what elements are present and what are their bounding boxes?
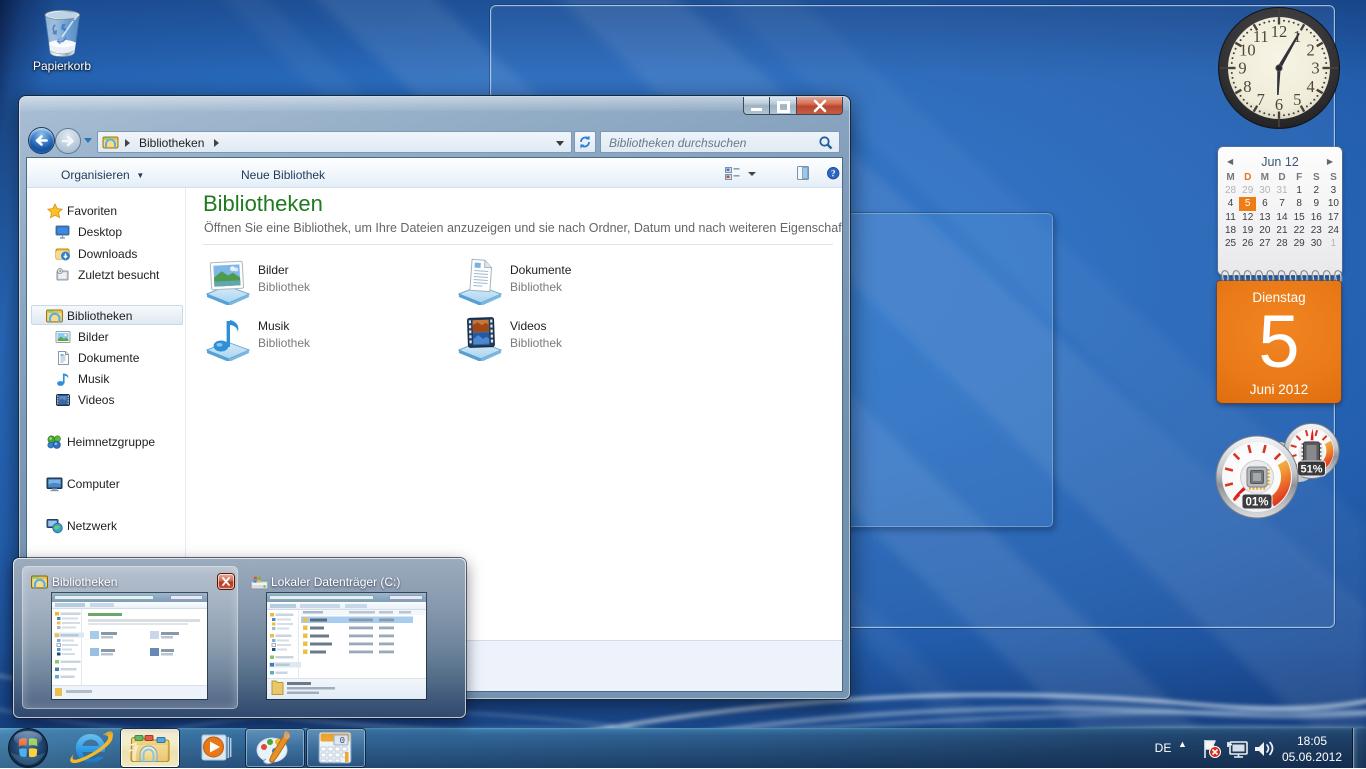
svg-text:4: 4 [1306, 77, 1314, 96]
svg-text:6: 6 [1275, 95, 1283, 114]
svg-text:3: 3 [1311, 59, 1319, 78]
svg-text:01%: 01% [1245, 497, 1268, 509]
svg-text:8: 8 [1243, 77, 1251, 96]
svg-text:11: 11 [1253, 27, 1269, 46]
svg-text:2: 2 [1306, 40, 1314, 59]
svg-text:?: ? [831, 169, 836, 179]
svg-text:9: 9 [1238, 59, 1246, 78]
svg-text:51%: 51% [1300, 464, 1322, 476]
svg-text:0: 0 [340, 736, 345, 746]
svg-text:12: 12 [1271, 22, 1288, 41]
svg-text:7: 7 [1257, 90, 1265, 109]
svg-text:5: 5 [1293, 90, 1301, 109]
